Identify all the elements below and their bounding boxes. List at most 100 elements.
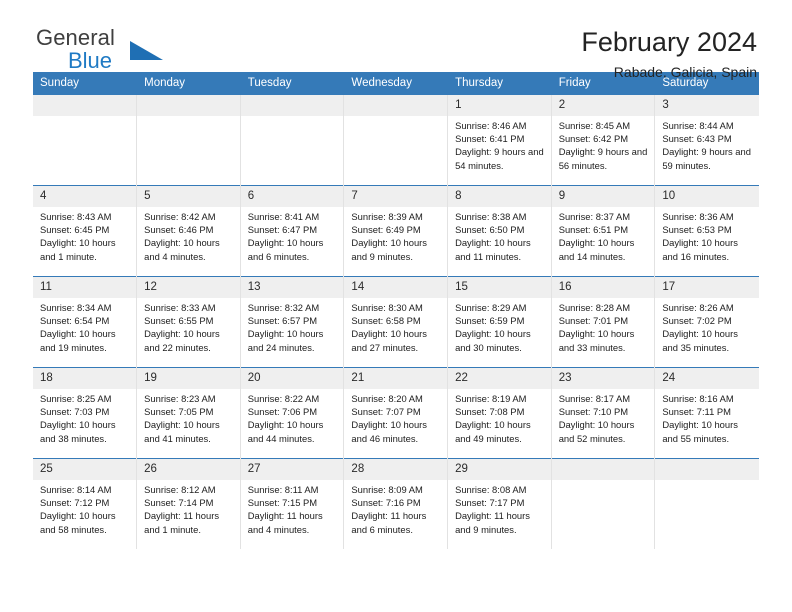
calendar-day-cell[interactable]: 8 Sunrise: 8:38 AM Sunset: 6:50 PM Daylight… xyxy=(447,185,552,277)
sunrise-text: Sunrise: 8:22 AM xyxy=(247,393,320,404)
calendar-day-cell[interactable]: 6 Sunrise: 8:41 AM Sunset: 6:47 PM Daylight… xyxy=(240,185,345,277)
sunset-text: Sunset: 7:17 PM xyxy=(455,497,525,509)
calendar-day-cell[interactable]: 15 Sunrise: 8:29 AM Sunset: 6:59 PM Dayligh… xyxy=(447,276,552,368)
calendar-empty-cell xyxy=(136,94,241,186)
day-number: 23 xyxy=(551,368,655,389)
calendar-day-cell[interactable]: 20 Sunrise: 8:22 AM Sunset: 7:06 PM Dayligh… xyxy=(240,367,345,459)
day-number: 18 xyxy=(33,368,137,389)
calendar-day-cell[interactable]: 4 Sunrise: 8:43 AM Sunset: 6:45 PM Daylight… xyxy=(33,185,138,277)
daylight-text: Daylight: 10 hours and 16 minutes. xyxy=(662,237,738,262)
sunrise-text: Sunrise: 8:37 AM xyxy=(558,211,631,222)
calendar-body: 1 Sunrise: 8:46 AM Sunset: 6:41 PM Daylight… xyxy=(33,94,759,549)
day-number: 1 xyxy=(448,95,551,116)
page-title: February 2024 xyxy=(581,27,757,57)
sunset-text: Sunset: 7:12 PM xyxy=(40,497,110,509)
day-details: Sunrise: 8:20 AM Sunset: 7:07 PM Daylight:… xyxy=(344,389,447,445)
calendar-day-cell[interactable]: 17 Sunrise: 8:26 AM Sunset: 7:02 PM Dayligh… xyxy=(654,276,759,368)
day-number: 22 xyxy=(448,368,551,389)
calendar-day-cell[interactable]: 21 Sunrise: 8:20 AM Sunset: 7:07 PM Dayligh… xyxy=(343,367,449,459)
calendar-day-cell[interactable]: 9 Sunrise: 8:37 AM Sunset: 6:51 PM Daylight… xyxy=(551,185,656,277)
sunrise-text: Sunrise: 8:36 AM xyxy=(662,211,734,222)
sunrise-text: Sunrise: 8:14 AM xyxy=(40,484,112,495)
day-number: 8 xyxy=(448,186,551,207)
day-details: Sunrise: 8:37 AM Sunset: 6:51 PM Daylight:… xyxy=(552,207,655,263)
weekday-header-tuesday: Tuesday xyxy=(240,72,345,95)
calendar-day-cell[interactable]: 22 Sunrise: 8:19 AM Sunset: 7:08 PM Dayligh… xyxy=(447,367,552,459)
calendar-day-cell[interactable]: 16 Sunrise: 8:28 AM Sunset: 7:01 PM Dayligh… xyxy=(551,276,656,368)
calendar-day-cell[interactable]: 18 Sunrise: 8:25 AM Sunset: 7:03 PM Dayligh… xyxy=(33,367,138,459)
day-number: 14 xyxy=(344,277,448,298)
sunrise-text: Sunrise: 8:17 AM xyxy=(558,393,631,404)
sunrise-text: Sunrise: 8:28 AM xyxy=(558,302,631,313)
daylight-text: Daylight: 10 hours and 33 minutes. xyxy=(558,328,635,353)
day-details: Sunrise: 8:42 AM Sunset: 6:46 PM Daylight:… xyxy=(137,207,240,263)
brand-logo[interactable]: General Blue xyxy=(33,27,196,77)
calendar-day-cell[interactable]: 3 Sunrise: 8:44 AM Sunset: 6:43 PM Daylight… xyxy=(654,94,759,186)
sunrise-text: Sunrise: 8:25 AM xyxy=(40,393,112,404)
triangle-icon xyxy=(130,41,163,60)
sunrise-text: Sunrise: 8:38 AM xyxy=(455,211,527,222)
day-number: 28 xyxy=(344,459,448,480)
day-details: Sunrise: 8:33 AM Sunset: 6:55 PM Daylight:… xyxy=(137,298,240,354)
daylight-text: Daylight: 10 hours and 49 minutes. xyxy=(455,419,531,444)
day-number: 24 xyxy=(655,368,759,389)
calendar-week-row: 4 Sunrise: 8:43 AM Sunset: 6:45 PM Daylight… xyxy=(33,185,759,277)
daylight-text: Daylight: 10 hours and 11 minutes. xyxy=(455,237,531,262)
calendar-day-cell[interactable]: 25 Sunrise: 8:14 AM Sunset: 7:12 PM Dayligh… xyxy=(33,458,138,549)
day-details: Sunrise: 8:28 AM Sunset: 7:01 PM Daylight:… xyxy=(552,298,655,354)
day-number xyxy=(344,95,448,116)
sunset-text: Sunset: 7:15 PM xyxy=(247,497,318,509)
calendar-day-cell[interactable]: 1 Sunrise: 8:46 AM Sunset: 6:41 PM Daylight… xyxy=(447,94,552,186)
sunset-text: Sunset: 6:45 PM xyxy=(40,224,110,236)
sunset-text: Sunset: 7:05 PM xyxy=(144,406,214,418)
day-details: Sunrise: 8:39 AM Sunset: 6:49 PM Daylight:… xyxy=(344,207,447,263)
calendar-day-cell[interactable]: 2 Sunrise: 8:45 AM Sunset: 6:42 PM Daylight… xyxy=(551,94,656,186)
day-number: 20 xyxy=(240,368,344,389)
calendar-day-cell[interactable]: 19 Sunrise: 8:23 AM Sunset: 7:05 PM Dayligh… xyxy=(136,367,241,459)
day-number xyxy=(137,95,240,116)
day-details: Sunrise: 8:09 AM Sunset: 7:16 PM Daylight:… xyxy=(344,480,447,536)
calendar-day-cell[interactable]: 29 Sunrise: 8:08 AM Sunset: 7:17 PM Dayligh… xyxy=(447,458,552,549)
sunset-text: Sunset: 6:42 PM xyxy=(558,133,629,145)
day-number: 10 xyxy=(655,186,759,207)
daylight-text: Daylight: 10 hours and 1 minute. xyxy=(40,237,116,262)
daylight-text: Daylight: 11 hours and 6 minutes. xyxy=(351,510,427,535)
calendar-day-cell[interactable]: 10 Sunrise: 8:36 AM Sunset: 6:53 PM Dayligh… xyxy=(654,185,759,277)
calendar-day-cell[interactable]: 28 Sunrise: 8:09 AM Sunset: 7:16 PM Dayligh… xyxy=(343,458,449,549)
calendar-day-cell[interactable]: 5 Sunrise: 8:42 AM Sunset: 6:46 PM Daylight… xyxy=(136,185,241,277)
sunrise-text: Sunrise: 8:45 AM xyxy=(558,120,631,131)
sunrise-text: Sunrise: 8:20 AM xyxy=(351,393,423,404)
sunrise-text: Sunrise: 8:34 AM xyxy=(40,302,112,313)
day-details: Sunrise: 8:26 AM Sunset: 7:02 PM Daylight:… xyxy=(655,298,758,354)
daylight-text: Daylight: 10 hours and 24 minutes. xyxy=(247,328,324,353)
calendar-day-cell[interactable]: 7 Sunrise: 8:39 AM Sunset: 6:49 PM Daylight… xyxy=(343,185,449,277)
calendar-day-cell[interactable]: 24 Sunrise: 8:16 AM Sunset: 7:11 PM Dayligh… xyxy=(654,367,759,459)
calendar-empty-cell xyxy=(33,94,138,186)
calendar-day-cell[interactable]: 11 Sunrise: 8:34 AM Sunset: 6:54 PM Dayligh… xyxy=(33,276,138,368)
sunrise-text: Sunrise: 8:32 AM xyxy=(247,302,320,313)
day-number: 29 xyxy=(448,459,551,480)
calendar-day-cell[interactable]: 27 Sunrise: 8:11 AM Sunset: 7:15 PM Dayligh… xyxy=(240,458,345,549)
day-details: Sunrise: 8:36 AM Sunset: 6:53 PM Daylight:… xyxy=(655,207,758,263)
daylight-text: Daylight: 9 hours and 54 minutes. xyxy=(455,146,544,171)
day-details: Sunrise: 8:43 AM Sunset: 6:45 PM Daylight:… xyxy=(33,207,136,263)
day-number: 3 xyxy=(655,95,759,116)
daylight-text: Daylight: 11 hours and 9 minutes. xyxy=(455,510,530,535)
sunrise-text: Sunrise: 8:41 AM xyxy=(247,211,320,222)
sunset-text: Sunset: 6:50 PM xyxy=(455,224,525,236)
calendar-table: Sunday Monday Tuesday Wednesday Thursday… xyxy=(33,72,759,549)
day-number: 17 xyxy=(655,277,759,298)
sunset-text: Sunset: 6:55 PM xyxy=(144,315,214,327)
sunrise-text: Sunrise: 8:39 AM xyxy=(351,211,423,222)
calendar-day-cell[interactable]: 14 Sunrise: 8:30 AM Sunset: 6:58 PM Dayligh… xyxy=(343,276,449,368)
day-number: 9 xyxy=(551,186,655,207)
calendar-day-cell[interactable]: 26 Sunrise: 8:12 AM Sunset: 7:14 PM Dayligh… xyxy=(136,458,241,549)
sunset-text: Sunset: 7:10 PM xyxy=(558,406,629,418)
calendar-day-cell[interactable]: 13 Sunrise: 8:32 AM Sunset: 6:57 PM Dayligh… xyxy=(240,276,345,368)
calendar-day-cell[interactable]: 23 Sunrise: 8:17 AM Sunset: 7:10 PM Dayligh… xyxy=(551,367,656,459)
calendar-day-cell[interactable]: 12 Sunrise: 8:33 AM Sunset: 6:55 PM Dayligh… xyxy=(136,276,241,368)
daylight-text: Daylight: 10 hours and 19 minutes. xyxy=(40,328,116,353)
day-details: Sunrise: 8:14 AM Sunset: 7:12 PM Daylight:… xyxy=(33,480,136,536)
daylight-text: Daylight: 10 hours and 44 minutes. xyxy=(247,419,324,444)
daylight-text: Daylight: 10 hours and 30 minutes. xyxy=(455,328,531,353)
